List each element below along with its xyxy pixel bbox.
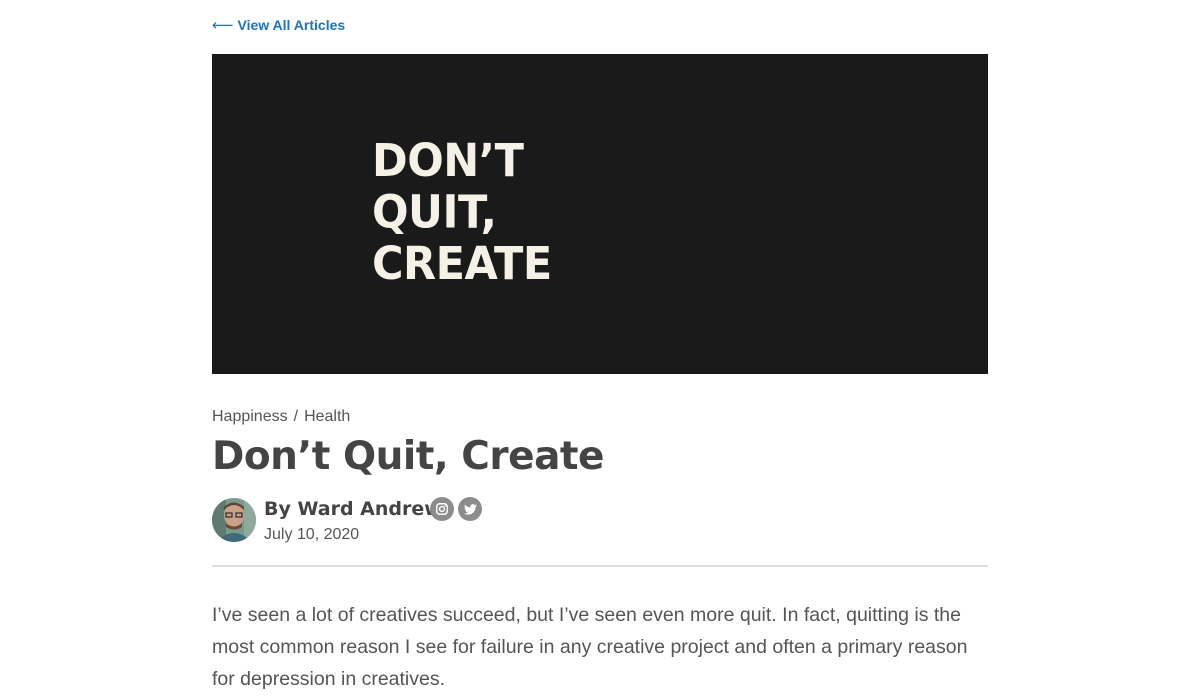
view-all-articles-link[interactable]: ⟵ View All Articles [212,16,345,34]
divider [212,565,988,567]
author-social-links [430,497,482,521]
hero-image: DON’T QUIT, CREATE [212,54,988,374]
author-block: By Ward Andrews July 10, 2020 [212,497,988,545]
hero-title-text: DON’T QUIT, CREATE [372,135,552,291]
category-link-health[interactable]: Health [304,408,350,426]
breadcrumb-separator: / [293,408,299,425]
article-intro-paragraph: I’ve seen a lot of creatives succeed, bu… [212,604,968,690]
publish-date: July 10, 2020 [264,526,360,543]
author-name[interactable]: By Ward Andrews [264,498,453,520]
breadcrumb: Happiness / Health [212,408,350,426]
arrow-left-icon: ⟵ [212,17,234,34]
page-title: Don’t Quit, Create [212,434,605,479]
avatar[interactable] [212,498,256,542]
twitter-icon[interactable] [458,497,482,521]
view-all-articles-label: View All Articles [237,17,346,33]
category-link-happiness[interactable]: Happiness [212,408,288,426]
instagram-icon[interactable] [430,497,454,521]
